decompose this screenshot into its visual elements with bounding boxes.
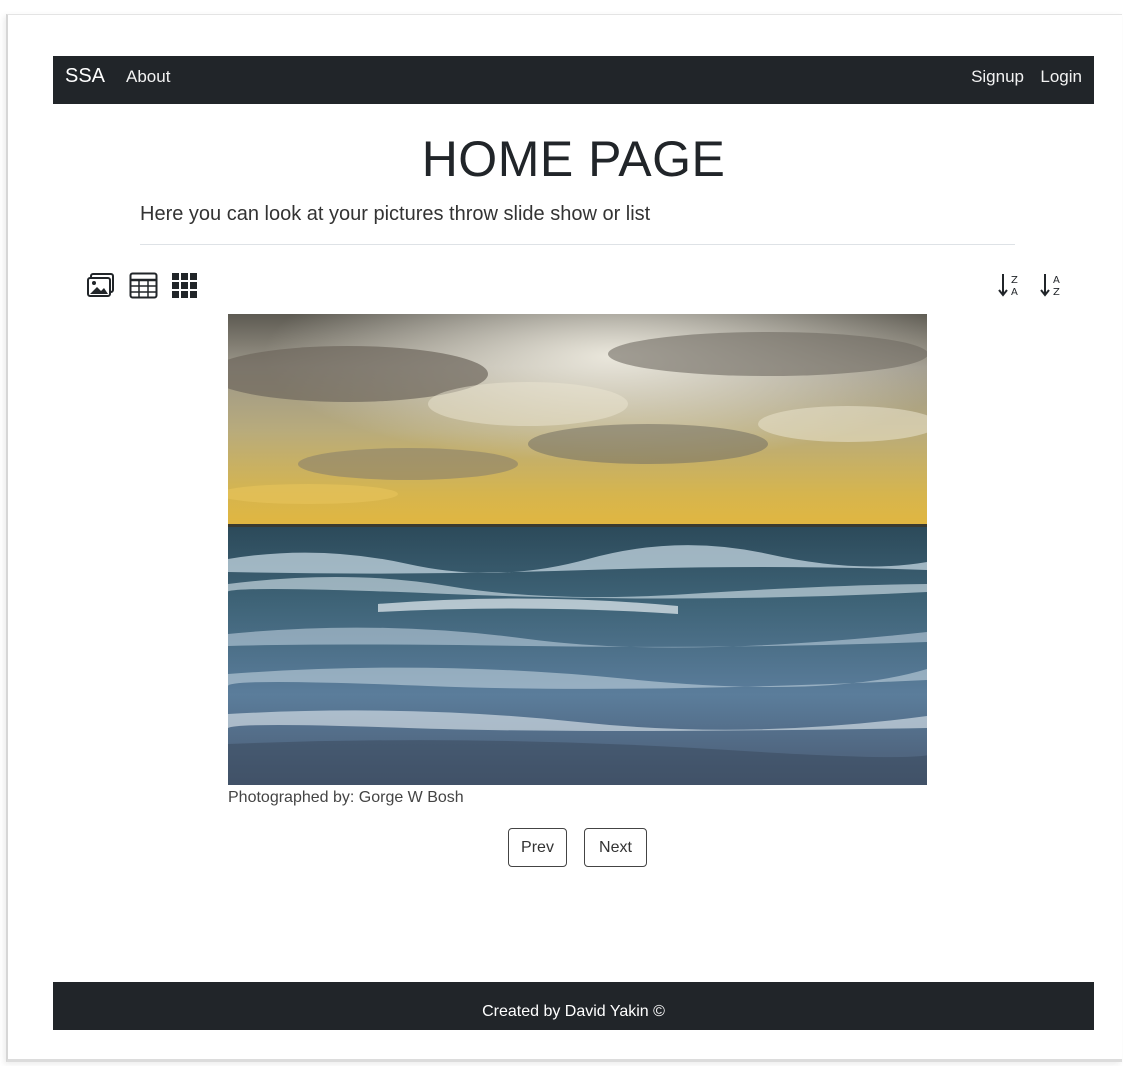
table-icon[interactable] bbox=[129, 272, 158, 304]
page-subtitle: Here you can look at your pictures throw… bbox=[140, 203, 651, 225]
svg-text:A: A bbox=[1053, 275, 1060, 286]
photo-caption: Photographed by: Gorge W Bosh bbox=[228, 789, 464, 806]
nav-login-link[interactable]: Login bbox=[1040, 67, 1082, 87]
nav-signup-link[interactable]: Signup bbox=[971, 67, 1024, 87]
nav-about-link[interactable]: About bbox=[126, 67, 170, 87]
slideshow-image bbox=[228, 314, 927, 785]
svg-text:A: A bbox=[1011, 287, 1018, 298]
grid-icon[interactable] bbox=[172, 273, 197, 303]
brand-link[interactable]: SSA bbox=[65, 65, 105, 88]
page-footer: Created by David Yakin © bbox=[53, 982, 1094, 1030]
svg-text:Z: Z bbox=[1011, 275, 1018, 286]
svg-text:Z: Z bbox=[1053, 287, 1060, 298]
sort-a-z-icon[interactable]: A Z bbox=[1040, 272, 1066, 303]
top-navbar: SSA About Signup Login bbox=[53, 56, 1094, 104]
image-icon[interactable] bbox=[87, 272, 115, 303]
sort-z-a-icon[interactable]: Z A bbox=[998, 272, 1024, 303]
header-divider bbox=[140, 244, 1015, 245]
footer-text: Created by David Yakin © bbox=[482, 1003, 665, 1020]
prev-button[interactable]: Prev bbox=[508, 828, 567, 867]
page-title: HOME PAGE bbox=[421, 131, 726, 187]
next-button[interactable]: Next bbox=[584, 828, 647, 867]
